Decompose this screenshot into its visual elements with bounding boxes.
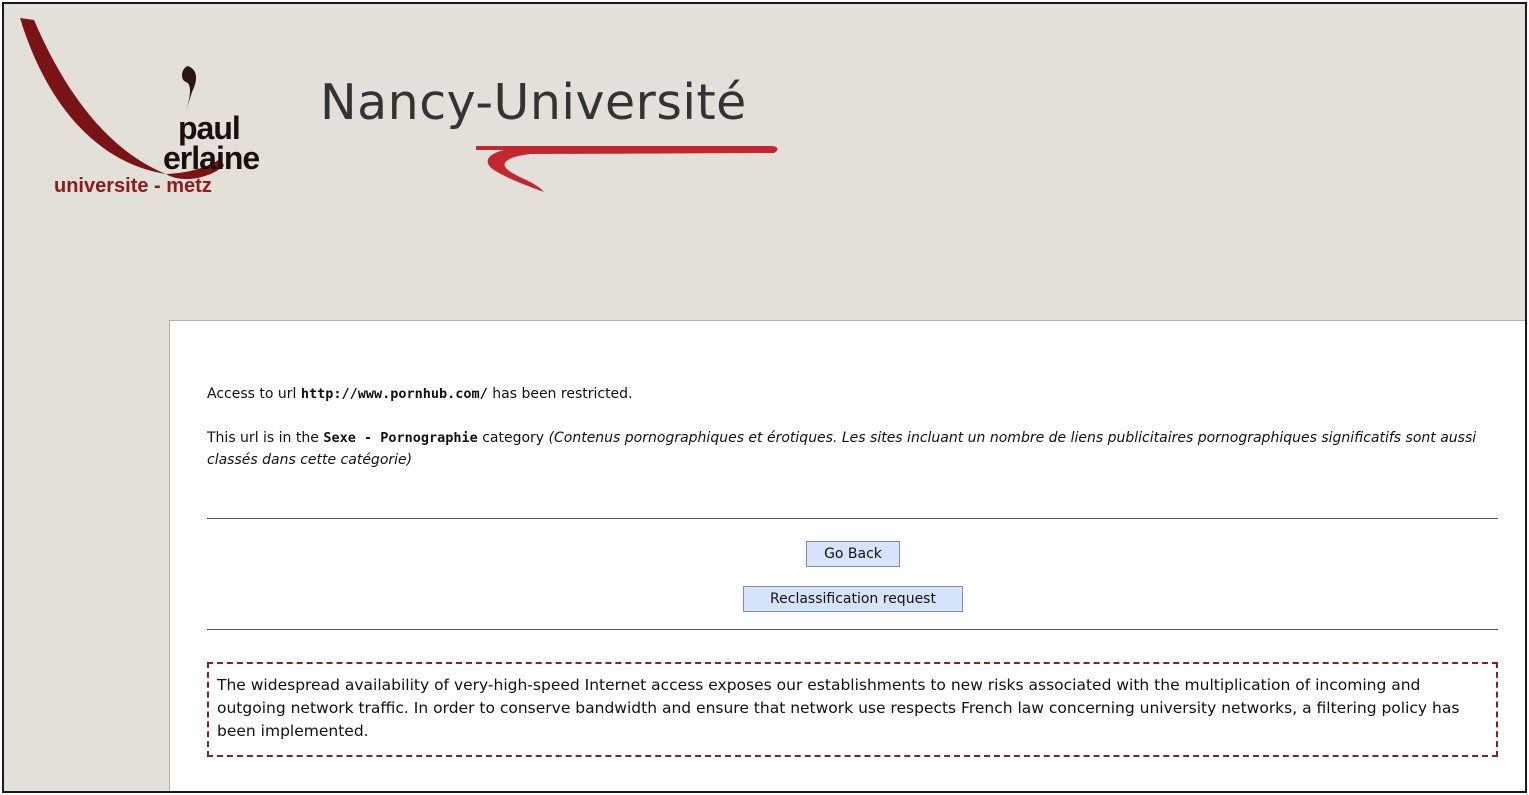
paul-verlaine-logo: paul erlaine universite - metz bbox=[16, 8, 286, 208]
blocked-url: http://www.pornhub.com/ bbox=[300, 386, 488, 402]
category-message: This url is in the Sexe - Pornographie c… bbox=[207, 427, 1487, 471]
restriction-suffix: has been restricted. bbox=[492, 386, 633, 402]
page-frame: paul erlaine universite - metz Nancy-Uni… bbox=[2, 2, 1527, 793]
nancy-universite-logo: Nancy-Université bbox=[316, 74, 796, 204]
divider-bottom bbox=[207, 629, 1498, 630]
filtering-policy-notice: The widespread availability of very-high… bbox=[207, 662, 1498, 757]
block-page-panel: Access to url http://www.pornhub.com/ ha… bbox=[169, 320, 1525, 791]
restriction-message: Access to url http://www.pornhub.com/ ha… bbox=[207, 383, 633, 405]
category-word: category bbox=[482, 430, 545, 446]
category-name: Sexe - Pornographie bbox=[323, 430, 478, 446]
go-back-button[interactable]: Go Back bbox=[806, 541, 900, 567]
reclassification-request-button[interactable]: Reclassification request bbox=[743, 586, 963, 612]
logo-text-universite-metz: universite - metz bbox=[54, 175, 212, 197]
logo-text-erlaine: erlaine bbox=[163, 140, 260, 176]
category-prefix: This url is in the bbox=[207, 430, 319, 446]
restriction-prefix: Access to url bbox=[207, 386, 297, 402]
nancy-swoosh-icon bbox=[476, 146, 778, 192]
divider-top bbox=[207, 518, 1498, 519]
